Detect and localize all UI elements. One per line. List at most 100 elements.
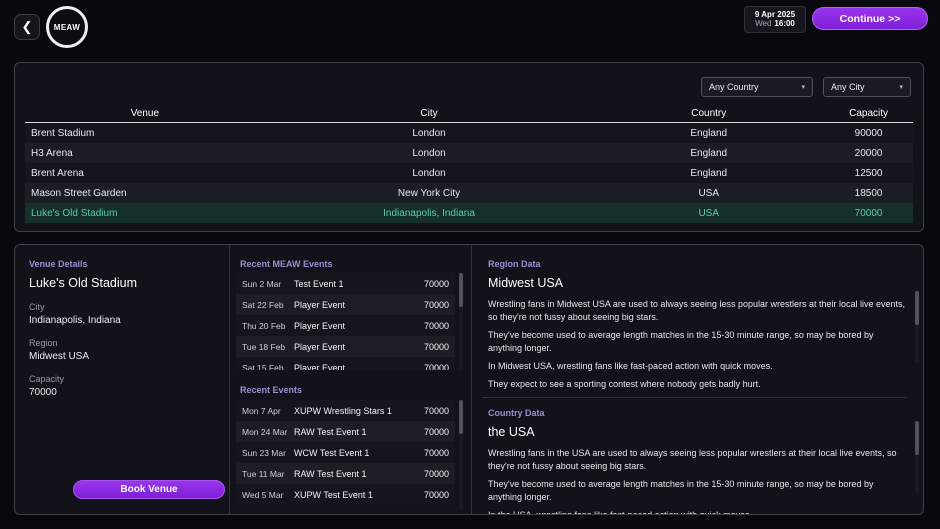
event-attendance: 70000 — [413, 342, 449, 352]
event-row[interactable]: Tue 18 Feb Player Event 70000 — [236, 336, 455, 357]
back-icon: ❮ — [22, 19, 33, 35]
section-divider — [482, 397, 907, 398]
event-date: Sun 2 Mar — [242, 279, 288, 289]
event-date: Wed 5 Mar — [242, 490, 288, 500]
scrollbar[interactable] — [459, 273, 463, 370]
venues-table-body: Brent Stadium London England 90000 H3 Ar… — [25, 123, 913, 223]
event-name: Player Event — [294, 363, 407, 371]
venue-details-panel: Venue Details Luke's Old Stadium City In… — [14, 244, 924, 515]
column-header-capacity: Capacity — [824, 108, 913, 119]
city-label: City — [29, 302, 215, 312]
region-data-label: Region Data — [488, 259, 907, 269]
book-venue-button[interactable]: Book Venue — [73, 480, 225, 499]
region-country-column: Region Data Midwest USA Wrestling fans i… — [472, 245, 923, 514]
event-attendance: 70000 — [413, 490, 449, 500]
event-row[interactable]: Sun 2 Mar Test Event 1 70000 — [236, 273, 455, 294]
column-header-country: Country — [593, 108, 824, 119]
venue-capacity-cell: 12500 — [824, 168, 913, 179]
region-paragraph: Wrestling fans in Midwest USA are used t… — [488, 298, 907, 324]
event-date: Tue 18 Feb — [242, 342, 288, 352]
chevron-down-icon: ▾ — [801, 83, 805, 91]
event-row[interactable]: Tue 11 Mar RAW Test Event 1 70000 — [236, 463, 455, 484]
event-attendance: 70000 — [413, 406, 449, 416]
venue-city-cell: London — [265, 148, 594, 159]
back-button[interactable]: ❮ — [14, 14, 40, 40]
selected-venue-name: Luke's Old Stadium — [29, 276, 215, 290]
recent-events-label: Recent Events — [240, 385, 302, 395]
scrollbar[interactable] — [915, 421, 919, 493]
capacity-label: Capacity — [29, 374, 215, 384]
event-row[interactable]: Sat 15 Feb Player Event 70000 — [236, 357, 455, 370]
event-attendance: 70000 — [413, 469, 449, 479]
event-attendance: 70000 — [413, 448, 449, 458]
venue-name-cell: Luke's Old Stadium — [25, 208, 265, 219]
venue-details-column: Venue Details Luke's Old Stadium City In… — [15, 245, 230, 514]
event-row[interactable]: Mon 24 Mar RAW Test Event 1 70000 — [236, 421, 455, 442]
event-row[interactable]: Sat 22 Feb Player Event 70000 — [236, 294, 455, 315]
event-name: Player Event — [294, 321, 407, 331]
region-paragraph: In Midwest USA, wrestling fans like fast… — [488, 360, 907, 373]
venue-row[interactable]: Mason Street Garden New York City USA 18… — [25, 183, 913, 203]
event-date: Mon 7 Apr — [242, 406, 288, 416]
venue-row[interactable]: H3 Arena London England 20000 — [25, 143, 913, 163]
day-text: Wed — [755, 19, 771, 28]
country-filter-dropdown[interactable]: Any Country ▾ — [701, 77, 813, 97]
event-row[interactable]: Wed 5 Mar XUPW Test Event 1 70000 — [236, 484, 455, 505]
country-paragraphs: Wrestling fans in the USA are used to al… — [488, 447, 907, 515]
event-name: Player Event — [294, 342, 407, 352]
region-paragraph: They expect to see a sporting contest wh… — [488, 378, 907, 391]
venue-capacity-cell: 18500 — [824, 188, 913, 199]
event-attendance: 70000 — [413, 321, 449, 331]
venues-table-header: Venue City Country Capacity — [25, 105, 913, 123]
recent-events-list: Mon 7 Apr XUPW Wrestling Stars 1 70000 M… — [236, 400, 455, 515]
country-title: the USA — [488, 425, 907, 439]
event-date: Sat 22 Feb — [242, 300, 288, 310]
scrollbar-thumb[interactable] — [459, 400, 463, 434]
venue-city-cell: Indianapolis, Indiana — [265, 208, 594, 219]
event-name: Test Event 1 — [294, 279, 407, 289]
event-row[interactable]: Thu 20 Feb Player Event 70000 — [236, 315, 455, 336]
event-date: Thu 20 Feb — [242, 321, 288, 331]
scrollbar[interactable] — [459, 400, 463, 510]
scrollbar-thumb[interactable] — [915, 421, 919, 455]
venue-country-cell: England — [593, 148, 824, 159]
venues-panel: Any Country ▾ Any City ▾ Venue City Coun… — [14, 62, 924, 232]
country-data-label: Country Data — [488, 408, 907, 418]
venue-row[interactable]: Brent Stadium London England 90000 — [25, 123, 913, 143]
venue-capacity-cell: 70000 — [824, 208, 913, 219]
country-paragraph: They've become used to average length ma… — [488, 478, 907, 504]
chevron-down-icon: ▾ — [899, 83, 903, 91]
scrollbar[interactable] — [915, 291, 919, 363]
region-value: Midwest USA — [29, 351, 215, 362]
venue-country-cell: USA — [593, 208, 824, 219]
event-row[interactable]: Sun 23 Mar WCW Test Event 1 70000 — [236, 442, 455, 463]
events-lists-column: Recent MEAW Events Sun 2 Mar Test Event … — [230, 245, 472, 514]
city-field: City Indianapolis, Indiana — [29, 302, 215, 326]
column-header-venue: Venue — [25, 108, 265, 119]
event-row[interactable]: Mon 7 Apr XUPW Wrestling Stars 1 70000 — [236, 400, 455, 421]
venue-city-cell: London — [265, 128, 594, 139]
venue-row[interactable]: Brent Arena London England 12500 — [25, 163, 913, 183]
region-paragraph: They've become used to average length ma… — [488, 329, 907, 355]
recent-meaw-events-label: Recent MEAW Events — [240, 259, 333, 269]
venue-row[interactable]: Luke's Old Stadium Indianapolis, Indiana… — [25, 203, 913, 223]
scrollbar-thumb[interactable] — [459, 273, 463, 307]
event-name: RAW Test Event 1 — [294, 469, 407, 479]
event-name: Player Event — [294, 300, 407, 310]
event-name: WCW Test Event 1 — [294, 448, 407, 458]
region-field: Region Midwest USA — [29, 338, 215, 362]
event-attendance: 70000 — [413, 300, 449, 310]
venue-name-cell: Brent Arena — [25, 168, 265, 179]
date-text: 9 Apr 2025 — [745, 10, 805, 19]
scrollbar-thumb[interactable] — [915, 291, 919, 325]
city-filter-dropdown[interactable]: Any City ▾ — [823, 77, 911, 97]
venue-capacity-cell: 90000 — [824, 128, 913, 139]
city-value: Indianapolis, Indiana — [29, 315, 215, 326]
country-paragraph: In the USA, wrestling fans like fast-pac… — [488, 509, 907, 515]
event-date: Tue 11 Mar — [242, 469, 288, 479]
continue-button[interactable]: Continue >> — [812, 7, 928, 30]
venue-name-cell: H3 Arena — [25, 148, 265, 159]
event-name: XUPW Test Event 1 — [294, 490, 407, 500]
venue-city-cell: London — [265, 168, 594, 179]
date-widget: 9 Apr 2025 Wed16:00 — [744, 6, 806, 33]
